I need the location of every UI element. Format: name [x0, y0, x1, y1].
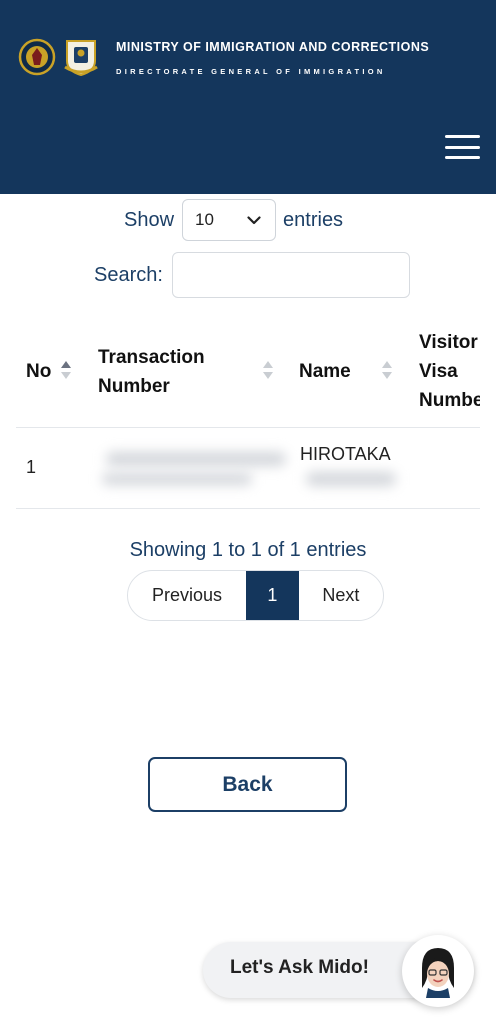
sort-icon: [382, 361, 392, 383]
column-header-label: Transaction: [98, 347, 205, 368]
redacted-transaction-number: [102, 473, 252, 485]
pagination: Previous 1 Next: [127, 570, 384, 621]
logo-group: [18, 37, 100, 77]
redacted-transaction-number: [106, 452, 286, 466]
column-header-label: Visitor: [419, 332, 478, 353]
garuda-emblem-logo: [18, 38, 56, 76]
sort-icon: [263, 361, 273, 383]
search-input[interactable]: [171, 252, 410, 298]
column-header-label: Name: [299, 361, 351, 382]
next-page-button[interactable]: Next: [299, 571, 383, 620]
show-label: Show: [124, 208, 175, 231]
previous-page-button[interactable]: Previous: [128, 571, 246, 620]
directorate-subtitle: DIRECTORATE GENERAL OF IMMIGRATION: [116, 67, 386, 76]
site-header: MINISTRY OF IMMIGRATION AND CORRECTIONS …: [0, 0, 496, 194]
hamburger-bar: [445, 145, 480, 149]
header-titles: MINISTRY OF IMMIGRATION AND CORRECTIONS …: [116, 40, 429, 76]
ask-mido-label: Let's Ask Mido!: [230, 957, 369, 978]
hamburger-icon[interactable]: [445, 135, 480, 159]
column-header-name[interactable]: Name: [299, 357, 351, 386]
mido-face-icon: [422, 948, 454, 998]
entries-select[interactable]: 10: [182, 199, 277, 241]
entries-select-value: 10: [195, 210, 214, 229]
hamburger-bar: [445, 156, 480, 159]
cell-name: HIROTAKA: [300, 444, 391, 464]
column-header-visitor-visa-number[interactable]: Visitor Visa Number: [419, 328, 480, 415]
search-control: Search:: [94, 252, 410, 298]
redacted-name: [306, 472, 396, 486]
column-header-label: No: [26, 361, 52, 382]
page-1-button[interactable]: 1: [246, 571, 299, 620]
header-divider: [16, 427, 480, 428]
entries-label: entries: [283, 208, 344, 231]
column-header-label: Number: [98, 376, 170, 397]
column-header-no[interactable]: No: [26, 357, 51, 386]
hamburger-bar: [445, 135, 480, 138]
ministry-title: MINISTRY OF IMMIGRATION AND CORRECTIONS: [116, 40, 430, 54]
immigration-logo: [64, 40, 98, 77]
mido-assistant-avatar-icon[interactable]: [402, 935, 474, 1007]
cell-no: 1: [26, 457, 37, 477]
back-button[interactable]: Back: [148, 757, 347, 812]
sort-ascending-icon: [61, 361, 71, 383]
column-header-transaction-number[interactable]: Transaction Number: [98, 343, 205, 401]
search-label: Search:: [94, 263, 163, 286]
column-header-label: Visa: [419, 361, 458, 382]
entries-length-control: Show 10 entries: [124, 199, 343, 241]
chevron-down-icon: [247, 215, 261, 224]
results-table: No Transaction Number Name Visitor Visa …: [16, 328, 480, 510]
table-info: Showing 1 to 1 of 1 entries: [129, 539, 367, 561]
row-divider: [16, 508, 480, 509]
column-header-label: Number: [419, 390, 480, 411]
